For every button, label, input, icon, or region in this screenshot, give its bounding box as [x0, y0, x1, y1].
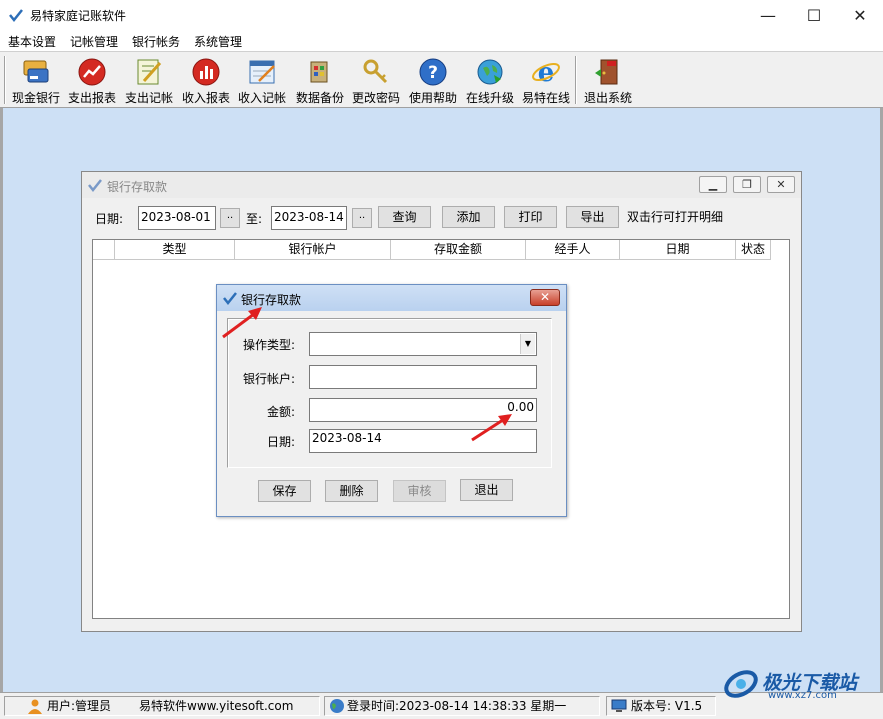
- grid-header: 类型 银行帐户 存取金额 经手人 日期 状态: [93, 240, 771, 260]
- exit-door-icon: [595, 59, 618, 85]
- toolbar-expense-report-button[interactable]: 支出报表: [64, 54, 120, 106]
- dialog-title-bar: 银行存取款 ✕: [217, 285, 566, 311]
- exit-button[interactable]: 退出: [460, 479, 513, 501]
- export-button[interactable]: 导出: [566, 206, 619, 228]
- date-to-input[interactable]: 2023-08-14: [271, 206, 347, 230]
- svg-text:?: ?: [428, 63, 438, 83]
- status-login-time: 登录时间:2023-08-14 14:38:33 星期一: [347, 699, 567, 713]
- svg-text:e: e: [538, 58, 555, 87]
- toolbar-data-backup-button[interactable]: 数据备份: [292, 54, 348, 106]
- column-header-handler[interactable]: 经手人: [526, 240, 620, 260]
- close-icon: ✕: [776, 178, 786, 191]
- menu-basic-settings[interactable]: 基本设置: [8, 33, 56, 50]
- globe-icon: [330, 699, 344, 713]
- close-icon: ✕: [539, 290, 551, 304]
- bank-transaction-dialog: 银行存取款 ✕ 操作类型: ▼ 银行帐户: 金额: 0.00 日期: 2023-…: [216, 284, 567, 517]
- toolbar-change-password-button[interactable]: 更改密码: [348, 54, 404, 106]
- annotation-arrow-icon: [471, 414, 512, 442]
- close-icon: ✕: [853, 5, 867, 25]
- ie-browser-icon: e: [532, 58, 560, 87]
- menu-bank-accounts[interactable]: 银行帐务: [132, 33, 180, 50]
- close-button[interactable]: ✕: [837, 0, 883, 30]
- toolbar-cash-bank-button[interactable]: 现金银行: [8, 54, 64, 106]
- audit-button: 审核: [393, 480, 446, 502]
- toolbar-help-button[interactable]: ? 使用帮助: [405, 54, 461, 106]
- child-title-bar: 银行存取款 ▁ ❐ ✕: [82, 172, 801, 198]
- toolbar-exit-button[interactable]: 退出系统: [580, 54, 636, 106]
- child-minimize-button[interactable]: ▁: [699, 176, 727, 193]
- watermark: 极光下载站 www.xz7.com: [722, 664, 882, 704]
- delete-button[interactable]: 删除: [325, 480, 378, 502]
- query-button[interactable]: 查询: [378, 206, 431, 228]
- minimize-button[interactable]: —: [745, 0, 791, 30]
- income-entry-icon: [249, 60, 275, 84]
- toolbar: 现金银行 支出报表 支出记帐 收入报表 收入记帐 数据备份 更改密码 ? 使用帮…: [0, 51, 883, 108]
- status-version: 版本号: V1.5: [631, 699, 703, 713]
- bank-account-label: 银行帐户:: [243, 372, 296, 386]
- child-restore-button[interactable]: ❐: [733, 176, 761, 193]
- toolbar-income-report-button[interactable]: 收入报表: [178, 54, 234, 106]
- restore-icon: ❐: [742, 178, 752, 191]
- monitor-icon: [611, 699, 627, 712]
- date-from-input[interactable]: 2023-08-01: [138, 206, 216, 230]
- date-from-picker-button[interactable]: ..: [220, 208, 240, 228]
- date-label: 日期:: [95, 212, 124, 226]
- minimize-icon: —: [760, 5, 776, 25]
- toolbar-expense-entry-button[interactable]: 支出记帐: [121, 54, 177, 106]
- income-report-icon: [192, 58, 220, 86]
- data-backup-icon: [310, 61, 328, 83]
- status-version-panel: 版本号: V1.5: [606, 696, 716, 716]
- menu-bar: 基本设置 记帐管理 银行帐务 系统管理: [0, 30, 883, 51]
- print-button[interactable]: 打印: [504, 206, 557, 228]
- chevron-down-icon[interactable]: ▼: [520, 334, 535, 354]
- toolbar-income-entry-button[interactable]: 收入记帐: [234, 54, 290, 106]
- date-label: 日期:: [267, 435, 296, 449]
- grid-row-indicator-header: [93, 240, 115, 260]
- menu-system[interactable]: 系统管理: [194, 33, 242, 50]
- add-button[interactable]: 添加: [442, 206, 495, 228]
- user-icon: [28, 699, 42, 714]
- maximize-icon: ☐: [806, 5, 822, 25]
- minimize-icon: ▁: [708, 178, 718, 191]
- annotation-arrow-icon: [222, 307, 262, 339]
- maximize-button[interactable]: ☐: [791, 0, 837, 30]
- online-upgrade-icon: [477, 59, 503, 85]
- toolbar-yite-online-button[interactable]: e 易特在线: [518, 54, 574, 106]
- column-header-amount[interactable]: 存取金额: [391, 240, 526, 260]
- change-password-icon: [363, 59, 388, 84]
- menu-accounting[interactable]: 记帐管理: [70, 33, 118, 50]
- expense-entry-icon: [137, 59, 162, 85]
- save-button[interactable]: 保存: [258, 480, 311, 502]
- status-user: 用户:管理员: [47, 699, 112, 713]
- app-logo-icon: [9, 9, 23, 22]
- child-close-button[interactable]: ✕: [767, 176, 795, 193]
- toolbar-online-upgrade-button[interactable]: 在线升级: [462, 54, 518, 106]
- amount-label: 金额:: [267, 405, 296, 419]
- toolbar-separator: [4, 56, 6, 104]
- operation-type-select[interactable]: ▼: [309, 332, 537, 356]
- column-header-date[interactable]: 日期: [620, 240, 736, 260]
- watermark-logo-icon: [724, 670, 758, 698]
- main-title-bar: 易特家庭记账软件 — ☐ ✕: [0, 0, 883, 30]
- child-window-title: 银行存取款: [107, 180, 168, 194]
- status-login-panel: 登录时间:2023-08-14 14:38:33 星期一: [324, 696, 600, 716]
- column-header-type[interactable]: 类型: [115, 240, 235, 260]
- column-header-bank-account[interactable]: 银行帐户: [235, 240, 391, 260]
- cash-bank-icon: [23, 60, 49, 83]
- window-logo-icon: [88, 179, 102, 192]
- expense-report-icon: [78, 58, 106, 86]
- double-click-hint: 双击行可打开明细: [627, 210, 724, 224]
- status-company: 易特软件www.yitesoft.com: [139, 699, 294, 713]
- date-to-picker-button[interactable]: ..: [352, 208, 372, 228]
- dialog-close-button[interactable]: ✕: [530, 289, 560, 306]
- watermark-url: www.xz7.com: [768, 690, 837, 701]
- date-to-label: 至:: [246, 212, 263, 226]
- column-header-status[interactable]: 状态: [736, 240, 771, 260]
- help-icon: ?: [419, 58, 447, 86]
- toolbar-separator: [575, 56, 577, 104]
- app-title: 易特家庭记账软件: [30, 9, 127, 23]
- bank-account-input[interactable]: [309, 365, 537, 389]
- status-user-panel: 用户:管理员 易特软件www.yitesoft.com: [4, 696, 320, 716]
